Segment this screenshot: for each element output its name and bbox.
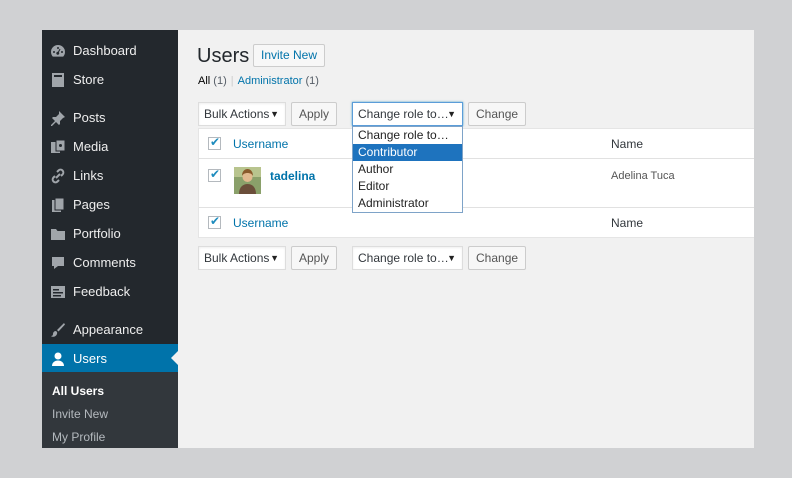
sidebar-item-label: Media bbox=[73, 139, 109, 154]
feedback-icon bbox=[42, 284, 72, 300]
dropdown-arrow-icon: ▼ bbox=[447, 253, 456, 263]
select-all-checkbox-footer[interactable]: ✔ bbox=[208, 214, 221, 229]
change-button-top[interactable]: Change bbox=[468, 102, 527, 126]
column-name: Name bbox=[611, 137, 644, 151]
column-username-footer[interactable]: Username bbox=[233, 216, 288, 230]
role-option-administrator[interactable]: Administrator bbox=[353, 195, 462, 212]
sidebar-item-pages[interactable]: Pages bbox=[42, 190, 178, 219]
change-button-bottom[interactable]: Change bbox=[468, 246, 527, 270]
sidebar-item-dashboard[interactable]: Dashboard bbox=[42, 36, 178, 65]
link-icon bbox=[42, 168, 72, 184]
sidebar-item-label: Appearance bbox=[73, 322, 144, 337]
bulk-actions-select-bottom[interactable]: Bulk Actions ▼ bbox=[198, 246, 286, 270]
filter-administrator[interactable]: Administrator (1) bbox=[238, 75, 319, 87]
column-username[interactable]: Username bbox=[233, 137, 288, 151]
dropdown-arrow-icon: ▼ bbox=[270, 109, 279, 119]
sidebar-item-appearance[interactable]: Appearance bbox=[42, 315, 178, 344]
comment-icon bbox=[42, 255, 72, 271]
sidebar-item-label: Users bbox=[73, 351, 107, 366]
admin-sidebar: Dashboard Store Posts Media Links Pages … bbox=[42, 30, 178, 448]
invite-new-button[interactable]: Invite New bbox=[253, 44, 326, 67]
sidebar-item-label: Links bbox=[73, 168, 104, 183]
dropdown-arrow-icon: ▼ bbox=[270, 253, 279, 263]
checkmark-icon: ✔ bbox=[210, 214, 221, 228]
store-icon bbox=[42, 72, 72, 88]
page-title: Users bbox=[197, 45, 250, 67]
select-all-checkbox[interactable]: ✔ bbox=[208, 135, 221, 150]
filter-all[interactable]: All (1) bbox=[198, 75, 227, 87]
role-dropdown-list: Change role to… Contributor Author Edito… bbox=[352, 126, 463, 213]
users-table: ✔ Username Name ✔ tadelina Adelina Tuca bbox=[198, 128, 754, 238]
sidebar-item-label: Pages bbox=[73, 197, 110, 212]
sidebar-item-links[interactable]: Links bbox=[42, 161, 178, 190]
apply-button-top[interactable]: Apply bbox=[291, 102, 338, 126]
wp-admin-window: Dashboard Store Posts Media Links Pages … bbox=[42, 30, 754, 448]
sidebar-item-users[interactable]: Users bbox=[42, 344, 178, 373]
sidebar-item-comments[interactable]: Comments bbox=[42, 248, 178, 277]
media-icon bbox=[42, 139, 72, 155]
sidebar-item-label: Store bbox=[73, 72, 105, 87]
sidebar-item-label: Feedback bbox=[73, 284, 131, 299]
apply-button-bottom[interactable]: Apply bbox=[291, 246, 338, 270]
checkmark-icon: ✔ bbox=[210, 135, 221, 149]
change-role-select-top[interactable]: Change role to… ▼ bbox=[352, 102, 463, 126]
sidebar-item-label: Dashboard bbox=[73, 43, 137, 58]
brush-icon bbox=[42, 322, 72, 338]
pushpin-icon bbox=[42, 110, 72, 126]
sidebar-item-label: Portfolio bbox=[73, 226, 121, 241]
main-content: Users Invite New All (1) | Administrator (… bbox=[178, 30, 754, 448]
user-icon bbox=[42, 351, 72, 367]
table-footer: ✔ Username Name bbox=[199, 207, 754, 237]
checkmark-icon: ✔ bbox=[210, 167, 221, 181]
submenu-invite-new[interactable]: Invite New bbox=[52, 407, 108, 421]
sidebar-item-portfolio[interactable]: Portfolio bbox=[42, 219, 178, 248]
pages-icon bbox=[42, 197, 72, 213]
role-option-author[interactable]: Author bbox=[353, 161, 462, 178]
avatar bbox=[234, 167, 261, 194]
username-link[interactable]: tadelina bbox=[270, 169, 315, 183]
role-option-placeholder[interactable]: Change role to… bbox=[353, 127, 462, 144]
submenu-my-profile[interactable]: My Profile bbox=[52, 430, 105, 444]
sidebar-item-feedback[interactable]: Feedback bbox=[42, 277, 178, 306]
sidebar-item-store[interactable]: Store bbox=[42, 65, 178, 94]
row-checkbox[interactable]: ✔ bbox=[208, 167, 221, 182]
dropdown-arrow-icon: ▼ bbox=[447, 109, 456, 119]
user-role-filters: All (1) | Administrator (1) bbox=[198, 75, 319, 87]
folder-icon bbox=[42, 226, 72, 242]
change-role-select-bottom[interactable]: Change role to… ▼ bbox=[352, 246, 463, 270]
table-row: ✔ tadelina Adelina Tuca bbox=[199, 159, 754, 207]
dashboard-icon bbox=[42, 43, 72, 59]
table-header: ✔ Username Name bbox=[199, 129, 754, 159]
sidebar-item-media[interactable]: Media bbox=[42, 132, 178, 161]
sidebar-item-label: Posts bbox=[73, 110, 106, 125]
users-submenu: All Users Invite New My Profile bbox=[42, 372, 178, 448]
submenu-all-users[interactable]: All Users bbox=[52, 384, 104, 398]
sidebar-item-posts[interactable]: Posts bbox=[42, 103, 178, 132]
bulk-actions-select-top[interactable]: Bulk Actions ▼ bbox=[198, 102, 286, 126]
sidebar-item-label: Comments bbox=[73, 255, 136, 270]
role-option-editor[interactable]: Editor bbox=[353, 178, 462, 195]
role-option-contributor[interactable]: Contributor bbox=[353, 144, 462, 161]
user-full-name: Adelina Tuca bbox=[611, 170, 675, 182]
column-name-footer: Name bbox=[611, 216, 644, 230]
filter-separator: | bbox=[230, 75, 234, 87]
